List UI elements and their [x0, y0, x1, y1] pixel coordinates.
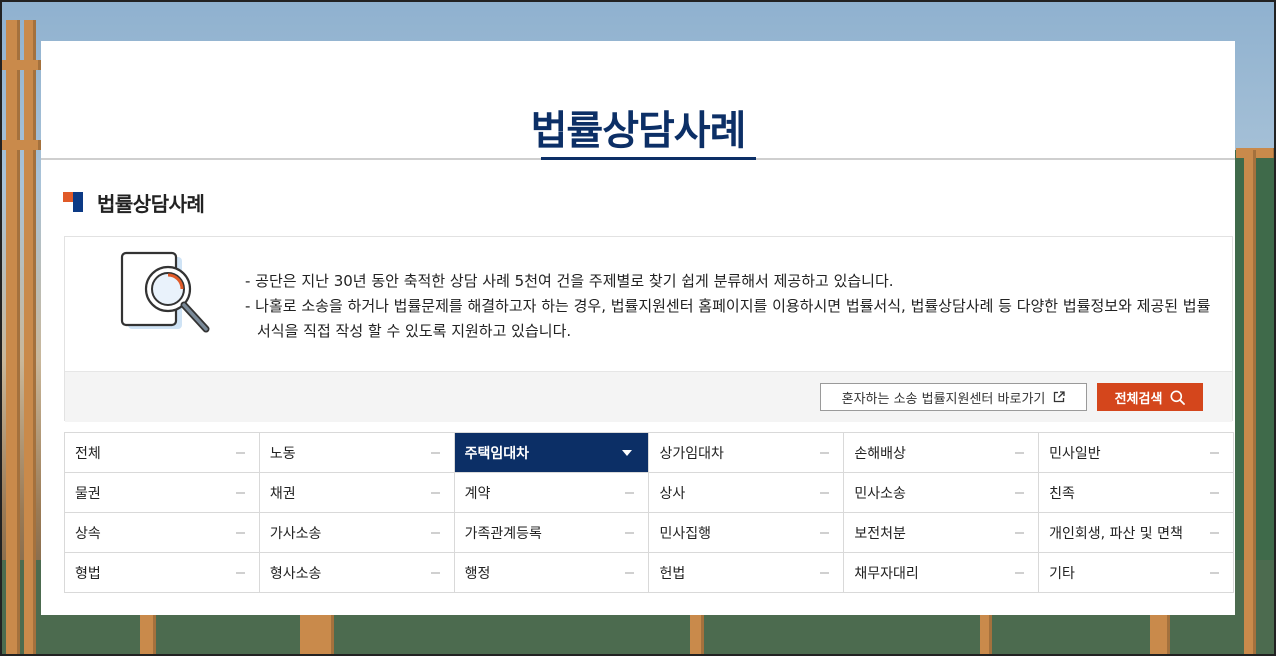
- collapse-dash-icon: [820, 532, 830, 534]
- category-tab-label: 전체: [75, 445, 101, 462]
- collapse-dash-icon: [235, 532, 245, 534]
- collapse-dash-icon: [820, 572, 830, 574]
- category-tab-label: 형사소송: [269, 565, 322, 582]
- section-title: 법률상담사례: [97, 191, 205, 216]
- collapse-dash-icon: [235, 452, 245, 454]
- category-tab-label: 손해배상: [854, 445, 906, 462]
- category-tab[interactable]: 민사소송: [844, 473, 1040, 513]
- category-tab[interactable]: 형사소송: [259, 553, 455, 593]
- document-magnifier-icon: [120, 251, 210, 333]
- category-tab-label: 민사집행: [659, 525, 712, 542]
- title-accent-bar: [541, 157, 756, 160]
- category-tab[interactable]: 채무자대리: [844, 553, 1040, 593]
- category-tab[interactable]: 보전처분: [844, 513, 1040, 553]
- category-tab[interactable]: 가족관계등록: [454, 513, 650, 553]
- category-tab-label: 민사일반: [1049, 445, 1101, 462]
- category-tab-label: 채권: [269, 485, 296, 502]
- category-tab[interactable]: 주택임대차: [454, 433, 650, 473]
- collapse-dash-icon: [235, 572, 245, 574]
- category-tab-label: 개인회생, 파산 및 면책: [1049, 525, 1183, 542]
- collapse-dash-icon: [1015, 492, 1025, 494]
- content-card: 법률상담사례 법률상담사례 - 공단은 지난 30년 동안 축적한 상담 사례 …: [41, 41, 1235, 615]
- collapse-dash-icon: [1209, 492, 1219, 494]
- collapse-dash-icon: [1209, 572, 1219, 574]
- category-tab-label: 상속: [75, 525, 101, 542]
- collapse-dash-icon: [1015, 532, 1025, 534]
- category-tab-label: 계약: [464, 485, 491, 502]
- category-tab[interactable]: 친족: [1039, 473, 1234, 513]
- legal-center-link-button[interactable]: 혼자하는 소송 법률지원센터 바로가기: [820, 383, 1087, 411]
- category-tab-label: 상사: [659, 485, 686, 502]
- category-tab-label: 헌법: [659, 565, 686, 582]
- action-bar: 혼자하는 소송 법률지원센터 바로가기 전체검색: [65, 371, 1232, 422]
- category-tab[interactable]: 손해배상: [844, 433, 1040, 473]
- category-tab[interactable]: 헌법: [649, 553, 845, 593]
- category-tab-label: 상가임대차: [659, 445, 724, 462]
- full-search-label: 전체검색: [1114, 391, 1163, 407]
- collapse-dash-icon: [235, 492, 245, 494]
- category-tab-label: 주택임대차: [464, 445, 530, 462]
- category-tab[interactable]: 채권: [259, 473, 455, 513]
- full-search-button[interactable]: 전체검색: [1097, 383, 1203, 411]
- category-tab[interactable]: 노동: [259, 433, 455, 473]
- page-title: 법률상담사례: [530, 108, 747, 154]
- collapse-dash-icon: [1015, 452, 1025, 454]
- legal-center-link-label: 혼자하는 소송 법률지원센터 바로가기: [841, 391, 1046, 407]
- collapse-dash-icon: [430, 452, 440, 454]
- collapse-dash-icon: [1209, 532, 1219, 534]
- category-tab[interactable]: 전체: [65, 433, 260, 473]
- category-tab[interactable]: 민사일반: [1039, 433, 1234, 473]
- collapse-dash-icon: [625, 532, 635, 534]
- category-tab-label: 노동: [269, 445, 296, 462]
- section-bullet-icon: [63, 192, 83, 212]
- collapse-dash-icon: [430, 572, 440, 574]
- intro-text: - 공단은 지난 30년 동안 축적한 상담 사례 5천여 건을 주제별로 찾기…: [245, 269, 1215, 344]
- collapse-dash-icon: [625, 572, 635, 574]
- intro-line: - 나홀로 소송을 하거나 법률문제를 해결하고자 하는 경우, 법률지원센터 …: [245, 297, 1211, 340]
- category-tab[interactable]: 상사: [649, 473, 845, 513]
- category-grid: 전체 노동 주택임대차 상가임대차 손해배상 민사일반물권 채권 계약 상사 민사소송 친족상속 가사…: [64, 432, 1234, 593]
- category-tab-label: 물권: [75, 485, 101, 502]
- collapse-dash-icon: [820, 492, 830, 494]
- category-tab-label: 행정: [464, 565, 491, 582]
- category-tab[interactable]: 상속: [65, 513, 260, 553]
- search-icon: [1170, 390, 1186, 405]
- category-tab-label: 친족: [1049, 485, 1075, 502]
- collapse-dash-icon: [1015, 572, 1025, 574]
- collapse-dash-icon: [1209, 452, 1219, 454]
- category-tab[interactable]: 물권: [65, 473, 260, 513]
- category-tab-label: 채무자대리: [854, 565, 919, 582]
- category-tab-label: 가사소송: [269, 525, 322, 542]
- collapse-dash-icon: [625, 492, 635, 494]
- collapse-dash-icon: [430, 532, 440, 534]
- caret-down-icon: [622, 450, 633, 456]
- category-tab[interactable]: 계약: [454, 473, 650, 513]
- category-tab[interactable]: 개인회생, 파산 및 면책: [1039, 513, 1234, 553]
- section-header: 법률상담사례: [63, 190, 205, 216]
- intro-box: - 공단은 지난 30년 동안 축적한 상담 사례 5천여 건을 주제별로 찾기…: [64, 236, 1233, 422]
- category-tab-label: 보전처분: [854, 525, 906, 542]
- category-tab[interactable]: 가사소송: [259, 513, 455, 553]
- category-tab-label: 가족관계등록: [464, 525, 542, 542]
- category-tab[interactable]: 행정: [454, 553, 650, 593]
- category-tab-label: 기타: [1049, 565, 1075, 582]
- external-link-icon: [1054, 391, 1066, 403]
- category-tab-label: 형법: [75, 565, 101, 582]
- category-tab[interactable]: 상가임대차: [649, 433, 845, 473]
- category-tab[interactable]: 민사집행: [649, 513, 845, 553]
- category-tab[interactable]: 기타: [1039, 553, 1234, 593]
- collapse-dash-icon: [430, 492, 440, 494]
- collapse-dash-icon: [820, 452, 830, 454]
- intro-line: - 공단은 지난 30년 동안 축적한 상담 사례 5천여 건을 주제별로 찾기…: [245, 272, 894, 290]
- category-tab[interactable]: 형법: [65, 553, 260, 593]
- category-tab-label: 민사소송: [854, 485, 906, 502]
